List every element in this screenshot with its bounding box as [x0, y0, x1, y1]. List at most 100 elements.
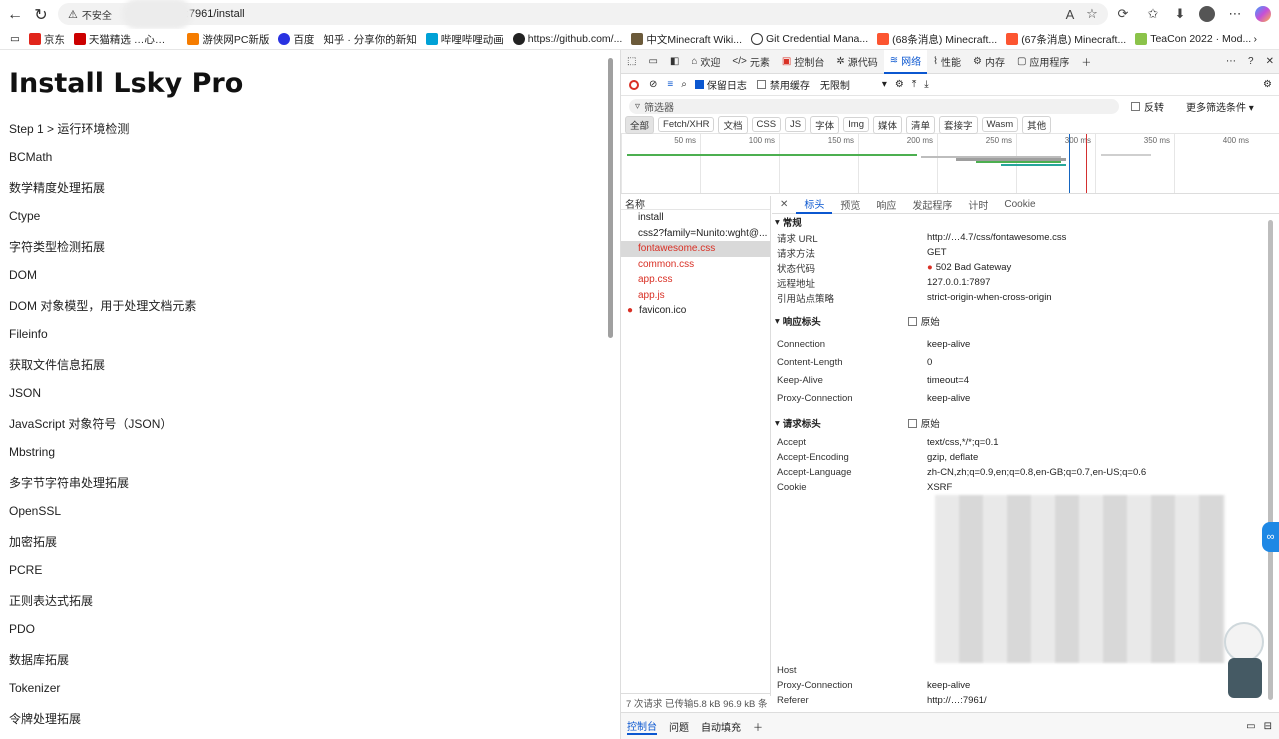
- raw-checkbox[interactable]: 原始: [907, 314, 940, 328]
- security-warning[interactable]: ⚠ 不安全: [68, 7, 112, 22]
- scrollbar-thumb[interactable]: [608, 58, 613, 338]
- drawer-tab-autofill[interactable]: 自动填充: [701, 719, 741, 734]
- tab-timing[interactable]: 计时: [960, 196, 996, 214]
- request-row[interactable]: app.css: [621, 272, 770, 288]
- filter-input[interactable]: ▿ 筛选器: [629, 98, 1119, 114]
- tab-headers[interactable]: 标头: [796, 196, 833, 214]
- bookmark-tmall[interactable]: 天猫精选 …心…: [73, 32, 165, 47]
- close-details-icon[interactable]: ✕: [772, 196, 796, 214]
- devtools-more-icon[interactable]: ⋯: [1220, 50, 1242, 74]
- url-box[interactable]: ⚠ 不安全 :7961/install: [58, 0, 1108, 29]
- downloads-icon[interactable]: ⬇: [1170, 4, 1190, 24]
- help-icon[interactable]: ?: [1242, 50, 1260, 74]
- request-row[interactable]: common.css: [621, 257, 770, 273]
- clear-icon[interactable]: ⊘: [649, 79, 657, 90]
- request-row[interactable]: app.js: [621, 288, 770, 304]
- filter-ws[interactable]: 套接字: [939, 115, 978, 134]
- refresh-icon[interactable]: ↻: [28, 2, 54, 28]
- bookmark-csdn-1[interactable]: (68条消息) Minecraft...: [877, 32, 997, 47]
- preserve-log-checkbox[interactable]: 保留日志: [694, 77, 747, 92]
- inspect-icon[interactable]: ⬚: [621, 50, 642, 74]
- favorite-star-icon[interactable]: ☆: [1082, 4, 1102, 24]
- bookmark-mcwiki[interactable]: 中文Minecraft Wiki...: [631, 32, 742, 47]
- filter-media[interactable]: 媒体: [873, 115, 903, 134]
- disable-cache-checkbox[interactable]: 禁用缓存: [756, 77, 810, 92]
- request-row[interactable]: css2?family=Nunito:wght@...: [621, 226, 770, 242]
- add-tab-icon[interactable]: ＋: [1075, 50, 1097, 74]
- bookmark-teacon[interactable]: TeaCon 2022 · Mod...: [1135, 33, 1251, 45]
- tab-preview[interactable]: 预览: [832, 196, 868, 214]
- tab-console[interactable]: ▣ 控制台: [776, 50, 830, 74]
- filter-fetch-xhr[interactable]: Fetch/XHR: [658, 117, 715, 132]
- bookmarks-menu-icon[interactable]: ▭: [10, 33, 20, 45]
- filter-icon[interactable]: ≡: [667, 79, 673, 90]
- bookmark-zhihu[interactable]: 知乎 · 分享你的新知: [323, 32, 416, 47]
- filter-doc[interactable]: 文档: [718, 115, 748, 134]
- dock-icon[interactable]: ◧: [664, 50, 685, 74]
- favorites-icon[interactable]: ✩: [1143, 4, 1163, 24]
- raw-checkbox[interactable]: 原始: [907, 416, 940, 430]
- bookmark-github[interactable]: https://github.com/...: [512, 33, 622, 45]
- tab-application[interactable]: ▢ 应用程序: [1011, 50, 1075, 74]
- page-scrollbar[interactable]: [605, 50, 616, 733]
- profile-avatar[interactable]: [1197, 4, 1217, 24]
- tab-response[interactable]: 响应: [868, 196, 904, 214]
- close-devtools-icon[interactable]: ✕: [1260, 50, 1279, 74]
- filter-wasm[interactable]: Wasm: [981, 117, 1019, 132]
- throttle-select[interactable]: 无限制: [820, 77, 850, 92]
- network-timeline[interactable]: 50 ms 100 ms 150 ms 200 ms 250 ms 300 ms…: [621, 134, 1279, 194]
- drawer-tab-console[interactable]: 控制台: [627, 718, 657, 735]
- settings-icon[interactable]: ⚙: [1263, 79, 1272, 90]
- more-filters-dropdown[interactable]: 更多筛选条件 ▾: [1186, 99, 1254, 114]
- bookmark-git-credential[interactable]: Git Credential Mana...: [751, 33, 868, 45]
- list-item: 字符类型检测拓展: [9, 240, 106, 254]
- tab-elements[interactable]: </> 元素: [726, 50, 775, 74]
- tab-welcome[interactable]: ⌂ 欢迎: [685, 50, 726, 74]
- import-icon[interactable]: ⤒: [912, 79, 916, 90]
- filter-manifest[interactable]: 清单: [906, 115, 936, 134]
- dock-drawer-icon[interactable]: ▭: [1246, 721, 1255, 732]
- request-headers-section[interactable]: ▾ 请求标头 原始: [772, 415, 1279, 431]
- drawer-tab-issues[interactable]: 问题: [669, 719, 689, 734]
- header-row: 请求 URL http://…4.7/css/fontawesome.css: [777, 232, 1067, 245]
- bookmark-baidu[interactable]: 百度: [278, 32, 314, 47]
- bookmarks-overflow-icon[interactable]: ›: [1254, 33, 1258, 45]
- bookmark-bilibili[interactable]: 哔哩哔哩动画: [425, 32, 504, 47]
- filter-js[interactable]: JS: [785, 117, 807, 132]
- copilot-icon[interactable]: [1253, 4, 1273, 24]
- search-icon[interactable]: ⌕: [681, 79, 687, 90]
- close-drawer-icon[interactable]: ⊟: [1264, 721, 1272, 732]
- bookmark-jd[interactable]: 京东: [28, 32, 65, 47]
- tab-initiator[interactable]: 发起程序: [904, 196, 960, 214]
- read-aloud-icon[interactable]: A: [1060, 4, 1080, 24]
- filter-other[interactable]: 其他: [1022, 115, 1052, 134]
- record-icon[interactable]: [629, 79, 639, 90]
- network-conditions-icon[interactable]: ⚙: [895, 79, 904, 90]
- device-toggle-icon[interactable]: ▭: [642, 50, 663, 74]
- chevron-down-icon[interactable]: ▾: [882, 79, 887, 90]
- filter-img[interactable]: Img: [843, 117, 869, 132]
- bookmark-gamersky[interactable]: 游侠网PC新版: [187, 32, 269, 47]
- tab-cookie[interactable]: Cookie: [996, 196, 1043, 214]
- extensions-icon[interactable]: ⟳: [1113, 4, 1133, 24]
- link-float-icon[interactable]: ∞: [1262, 522, 1279, 552]
- tab-memory[interactable]: ⚙ 内存: [967, 50, 1011, 74]
- add-drawer-tab-icon[interactable]: ＋: [753, 719, 763, 734]
- request-row[interactable]: ● favicon.ico: [621, 303, 770, 319]
- request-row[interactable]: install: [621, 210, 770, 226]
- tab-sources[interactable]: ✲ 源代码: [830, 50, 883, 74]
- bookmark-csdn-2[interactable]: (67条消息) Minecraft...: [1006, 32, 1126, 47]
- general-section[interactable]: ▾ 常规: [772, 214, 1279, 230]
- header-row: Connection keep-alive: [777, 338, 971, 350]
- more-menu-icon[interactable]: ⋯: [1225, 4, 1245, 24]
- export-icon[interactable]: ⤓: [924, 79, 928, 90]
- tab-performance[interactable]: ⌇ 性能: [927, 50, 967, 74]
- filter-all[interactable]: 全部: [625, 115, 655, 134]
- invert-checkbox[interactable]: 反转: [1131, 99, 1164, 114]
- filter-css[interactable]: CSS: [751, 117, 782, 132]
- response-headers-section[interactable]: ▾ 响应标头 原始: [772, 313, 1279, 329]
- request-row-selected[interactable]: fontawesome.css: [621, 241, 770, 257]
- filter-font[interactable]: 字体: [810, 115, 840, 134]
- back-icon[interactable]: ←: [2, 2, 28, 28]
- tab-network[interactable]: ≋ 网络: [883, 49, 928, 74]
